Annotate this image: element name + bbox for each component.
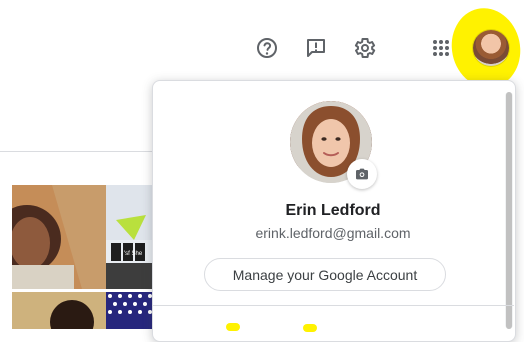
- svg-text:'sf She: 'sf She: [124, 251, 143, 257]
- settings-icon[interactable]: [351, 34, 379, 62]
- manage-account-button[interactable]: Manage your Google Account: [204, 258, 446, 291]
- meeting-image-4: [106, 292, 155, 329]
- menu-divider: [152, 305, 514, 306]
- help-icon[interactable]: [253, 34, 281, 62]
- meeting-image-1: [12, 185, 106, 289]
- account-name: Erin Ledford: [285, 202, 381, 219]
- feedback-icon[interactable]: [302, 34, 330, 62]
- account-email: erink.ledford@gmail.com: [255, 225, 411, 241]
- highlight-mark-right: [303, 324, 317, 332]
- camera-icon: [356, 168, 368, 180]
- meeting-image-3: [12, 292, 106, 329]
- account-avatar[interactable]: [473, 30, 509, 66]
- change-profile-picture-button[interactable]: [347, 159, 377, 189]
- meeting-image-2: 'sf She: [106, 185, 155, 289]
- highlight-mark-left: [226, 323, 240, 331]
